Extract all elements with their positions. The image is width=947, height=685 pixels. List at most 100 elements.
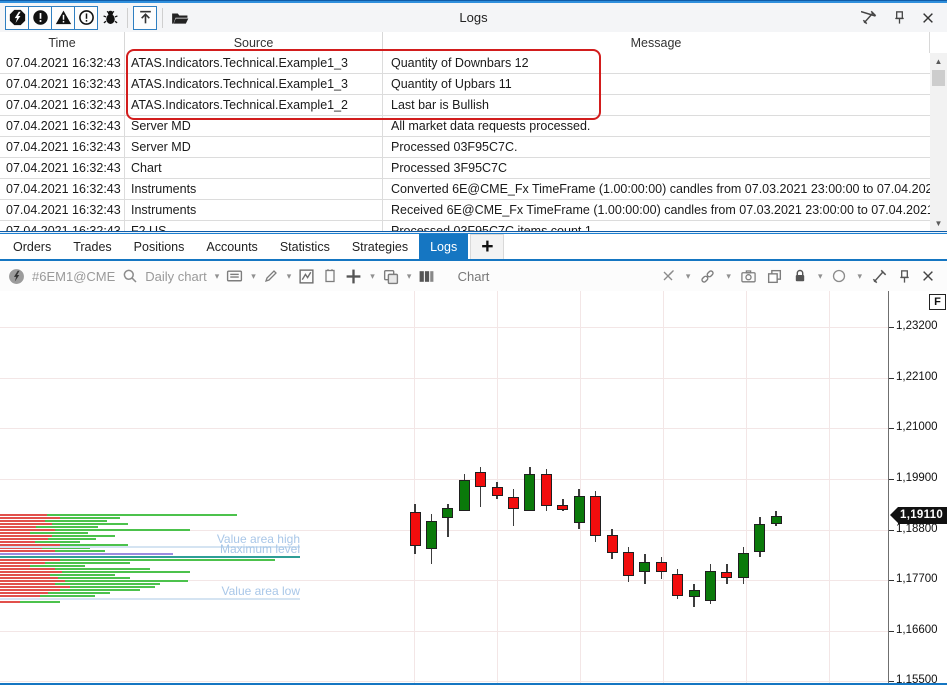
close-icon[interactable] bbox=[921, 11, 935, 25]
cell-time: 07.04.2021 16:32:43 bbox=[0, 200, 125, 220]
layout-windows-icon[interactable] bbox=[382, 268, 399, 285]
value-area-low-label: Value area low bbox=[215, 584, 300, 598]
tab-logs[interactable]: Logs bbox=[419, 234, 468, 259]
fullscreen-button[interactable]: F bbox=[929, 294, 946, 310]
crosshair-off-icon[interactable] bbox=[660, 268, 676, 284]
chevron-down-icon[interactable]: ▾ bbox=[686, 271, 691, 282]
period-selector[interactable]: Daily chart bbox=[145, 269, 206, 284]
price-badge-value: 1,19110 bbox=[898, 507, 947, 524]
cell-message: Processed 03F95C7C items count 1 bbox=[383, 221, 947, 231]
tab-accounts[interactable]: Accounts bbox=[195, 234, 268, 259]
clear-log-icon[interactable] bbox=[861, 9, 878, 26]
add-tab-button[interactable]: + bbox=[470, 234, 504, 259]
tab-orders[interactable]: Orders bbox=[2, 234, 62, 259]
volume-profile-sell-bar bbox=[0, 577, 58, 579]
table-row[interactable]: 07.04.2021 16:32:43InstrumentsReceived 6… bbox=[0, 200, 947, 221]
table-row[interactable]: 07.04.2021 16:32:43Server MDAll market d… bbox=[0, 116, 947, 137]
volume-profile-row bbox=[0, 529, 190, 531]
lock-icon[interactable] bbox=[792, 268, 808, 284]
tab-statistics[interactable]: Statistics bbox=[269, 234, 341, 259]
warnings-filter-button[interactable] bbox=[51, 6, 75, 30]
warning-icon bbox=[55, 9, 72, 26]
table-row[interactable]: 07.04.2021 16:32:43ChartProcessed 3F95C7… bbox=[0, 158, 947, 179]
panel-tabbar: OrdersTradesPositionsAccountsStatisticsS… bbox=[0, 234, 947, 259]
axis-tick bbox=[889, 378, 894, 379]
cell-message: Last bar is Bullish bbox=[383, 95, 947, 115]
pin-icon[interactable] bbox=[892, 10, 907, 25]
volume-profile-sell-bar bbox=[0, 565, 30, 567]
atas-chart-logo-icon[interactable] bbox=[8, 268, 25, 285]
info-icon bbox=[78, 9, 95, 26]
theme-circle-icon[interactable] bbox=[831, 268, 847, 284]
debug-filter-button[interactable] bbox=[98, 6, 122, 30]
axis-tick-label: 1,16600 bbox=[896, 624, 938, 636]
tab-positions[interactable]: Positions bbox=[123, 234, 196, 259]
column-header-time[interactable]: Time bbox=[0, 32, 125, 53]
errors-filter-button[interactable] bbox=[28, 6, 52, 30]
candle-up bbox=[771, 516, 782, 524]
chart-toolbar-left: #6EM1@CME Daily chart ▾ ▾ ▾ ▾ bbox=[0, 268, 435, 285]
chevron-down-icon[interactable]: ▾ bbox=[251, 271, 256, 282]
log-table-header: Time Source Message bbox=[0, 32, 947, 54]
candle-up bbox=[442, 508, 453, 518]
tab-strategies[interactable]: Strategies bbox=[341, 234, 419, 259]
volume-profile-buy-bar bbox=[20, 601, 60, 603]
clear-drawings-icon[interactable] bbox=[871, 268, 888, 285]
chevron-down-icon[interactable]: ▾ bbox=[407, 271, 412, 282]
chevron-down-icon[interactable]: ▾ bbox=[726, 271, 731, 282]
templates-icon[interactable] bbox=[322, 268, 338, 284]
column-header-message[interactable]: Message bbox=[383, 32, 930, 53]
instrument-selector[interactable]: #6EM1@CME bbox=[32, 269, 115, 284]
chevron-down-icon[interactable]: ▾ bbox=[287, 271, 292, 282]
atas-window: Logs Time Source Message 07.04.2021 16:3… bbox=[0, 0, 947, 685]
axis-tick bbox=[889, 631, 894, 632]
export-up-icon bbox=[137, 9, 154, 26]
chart-type-icon[interactable] bbox=[226, 268, 243, 285]
axis-tick-label: 1,17700 bbox=[896, 573, 938, 585]
table-row[interactable]: 07.04.2021 16:32:43InstrumentsConverted … bbox=[0, 179, 947, 200]
candle-up bbox=[738, 553, 749, 578]
screenshot-camera-icon[interactable] bbox=[740, 268, 757, 285]
chevron-down-icon[interactable]: ▾ bbox=[215, 271, 220, 282]
atas-logo-button[interactable] bbox=[5, 6, 29, 30]
table-row[interactable]: 07.04.2021 16:32:43F2 USProcessed 03F95C… bbox=[0, 221, 947, 231]
scroll-down-arrow-icon[interactable]: ▼ bbox=[930, 215, 947, 231]
cell-source: Chart bbox=[125, 158, 383, 178]
scrollbar-thumb[interactable] bbox=[932, 70, 945, 86]
duplicate-chart-icon[interactable] bbox=[766, 268, 783, 285]
dom-grid-icon[interactable] bbox=[418, 268, 435, 285]
indicators-icon[interactable] bbox=[298, 268, 315, 285]
volume-profile-sell-bar bbox=[0, 532, 30, 534]
link-icon[interactable] bbox=[699, 268, 716, 285]
add-indicator-icon[interactable] bbox=[345, 268, 362, 285]
cell-source: Server MD bbox=[125, 137, 383, 157]
vertical-gridline bbox=[829, 291, 830, 683]
table-row[interactable]: 07.04.2021 16:32:43ATAS.Indicators.Techn… bbox=[0, 53, 947, 74]
info-filter-button[interactable] bbox=[74, 6, 98, 30]
export-log-button[interactable] bbox=[133, 6, 157, 30]
close-icon[interactable] bbox=[921, 269, 935, 283]
candle-up bbox=[426, 521, 437, 549]
log-vertical-scrollbar[interactable]: ▲ ▼ bbox=[930, 53, 947, 231]
open-log-folder-button[interactable] bbox=[168, 6, 192, 30]
cell-message: Quantity of Downbars 12 bbox=[383, 53, 947, 73]
tab-trades[interactable]: Trades bbox=[62, 234, 122, 259]
vertical-gridline bbox=[580, 291, 581, 683]
price-axis[interactable]: F 1,232001,221001,210001,199001,188001,1… bbox=[888, 291, 947, 683]
volume-profile-sell-bar bbox=[0, 529, 55, 531]
table-row[interactable]: 07.04.2021 16:32:43ATAS.Indicators.Techn… bbox=[0, 74, 947, 95]
table-row[interactable]: 07.04.2021 16:32:43ATAS.Indicators.Techn… bbox=[0, 95, 947, 116]
column-header-source[interactable]: Source bbox=[125, 32, 383, 53]
chevron-down-icon[interactable]: ▾ bbox=[857, 271, 862, 282]
volume-profile-sell-bar bbox=[0, 520, 45, 522]
chart-pane[interactable]: F 1,232001,221001,210001,199001,188001,1… bbox=[0, 291, 947, 683]
cell-source: ATAS.Indicators.Technical.Example1_3 bbox=[125, 74, 383, 94]
pin-icon[interactable] bbox=[897, 269, 912, 284]
table-row[interactable]: 07.04.2021 16:32:43Server MDProcessed 03… bbox=[0, 137, 947, 158]
scroll-up-arrow-icon[interactable]: ▲ bbox=[930, 53, 947, 69]
chevron-down-icon[interactable]: ▾ bbox=[818, 271, 823, 282]
volume-profile-sell-bar bbox=[0, 586, 70, 588]
chevron-down-icon[interactable]: ▾ bbox=[370, 271, 375, 282]
search-icon[interactable] bbox=[122, 268, 138, 284]
drawing-tools-icon[interactable] bbox=[263, 268, 279, 284]
